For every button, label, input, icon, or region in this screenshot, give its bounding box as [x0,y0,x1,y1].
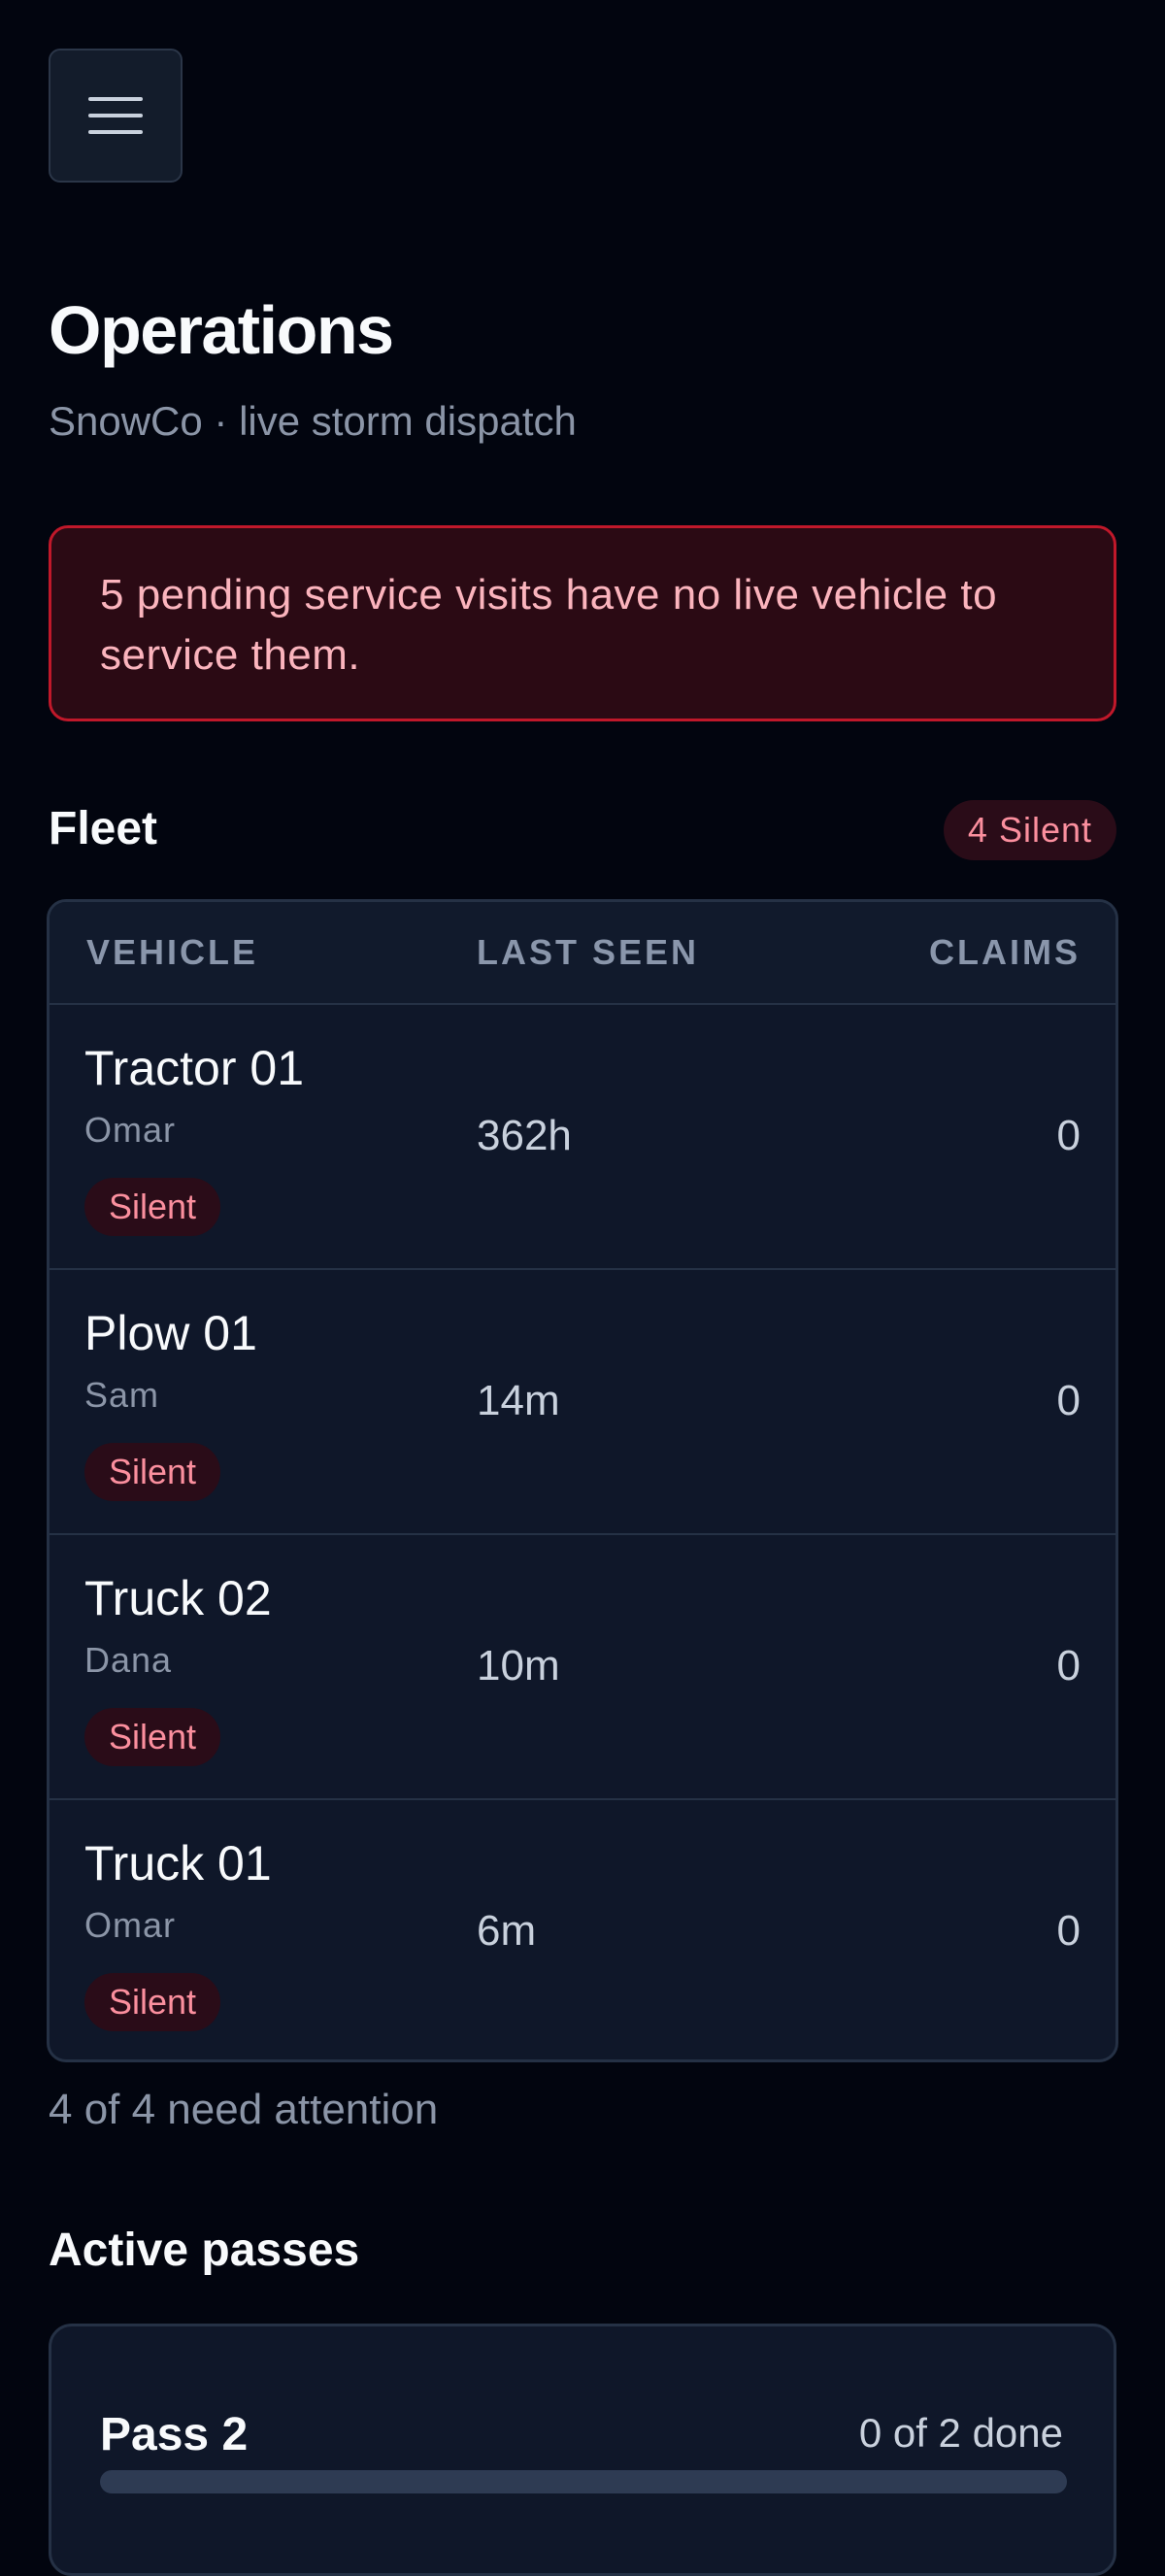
vehicle-driver: Dana [84,1640,173,1680]
vehicle-name: Plow 01 [84,1306,257,1360]
table-row[interactable]: Truck 02 Dana Silent 10m 0 [50,1533,1115,1800]
fleet-summary: 4 of 4 need attention [49,2086,439,2133]
column-header-vehicle[interactable]: VEHICLE [86,902,258,1003]
pass-name: Pass 2 [100,2409,249,2460]
fleet-title: Fleet [49,803,158,854]
silent-count-badge: 4 Silent [943,800,1116,860]
active-passes-title: Active passes [49,2225,360,2276]
alert-message: 5 pending service visits have no live ve… [100,571,998,679]
column-header-last-seen[interactable]: LAST SEEN [477,902,699,1003]
table-header: VEHICLE LAST SEEN CLAIMS [50,902,1115,1005]
vehicle-driver: Omar [84,1905,176,1945]
table-row[interactable]: Truck 01 Omar Silent 6m 0 [50,1798,1115,2059]
vehicle-name: Truck 01 [84,1836,272,1890]
page-subtitle: SnowCo · live storm dispatch [49,398,577,444]
pass-progress-label: 0 of 2 done [858,2410,1063,2456]
claims-count: 0 [1056,1112,1081,1159]
pass-card[interactable]: Pass 2 0 of 2 done [49,2324,1116,2576]
last-seen: 14m [477,1377,560,1424]
hamburger-icon [88,97,143,134]
status-badge: Silent [84,1443,221,1501]
claims-count: 0 [1056,1377,1081,1424]
status-badge: Silent [84,1973,221,2031]
alert-banner: 5 pending service visits have no live ve… [49,525,1116,721]
last-seen: 6m [477,1907,537,1955]
claims-count: 0 [1056,1907,1081,1955]
menu-button[interactable] [49,49,183,183]
last-seen: 10m [477,1642,560,1689]
vehicle-name: Tractor 01 [84,1041,305,1095]
vehicle-driver: Omar [84,1110,176,1150]
column-header-claims[interactable]: CLAIMS [929,902,1081,1003]
pass-progress-bar [100,2470,1067,2493]
status-badge: Silent [84,1708,221,1766]
table-row[interactable]: Tractor 01 Omar Silent 362h 0 [50,1003,1115,1270]
last-seen: 362h [477,1112,572,1159]
vehicle-name: Truck 02 [84,1571,272,1625]
fleet-table: VEHICLE LAST SEEN CLAIMS Tractor 01 Omar… [47,899,1118,2062]
claims-count: 0 [1056,1642,1081,1689]
vehicle-driver: Sam [84,1375,160,1415]
table-row[interactable]: Plow 01 Sam Silent 14m 0 [50,1268,1115,1535]
page-title: Operations [49,292,394,368]
status-badge: Silent [84,1178,221,1236]
